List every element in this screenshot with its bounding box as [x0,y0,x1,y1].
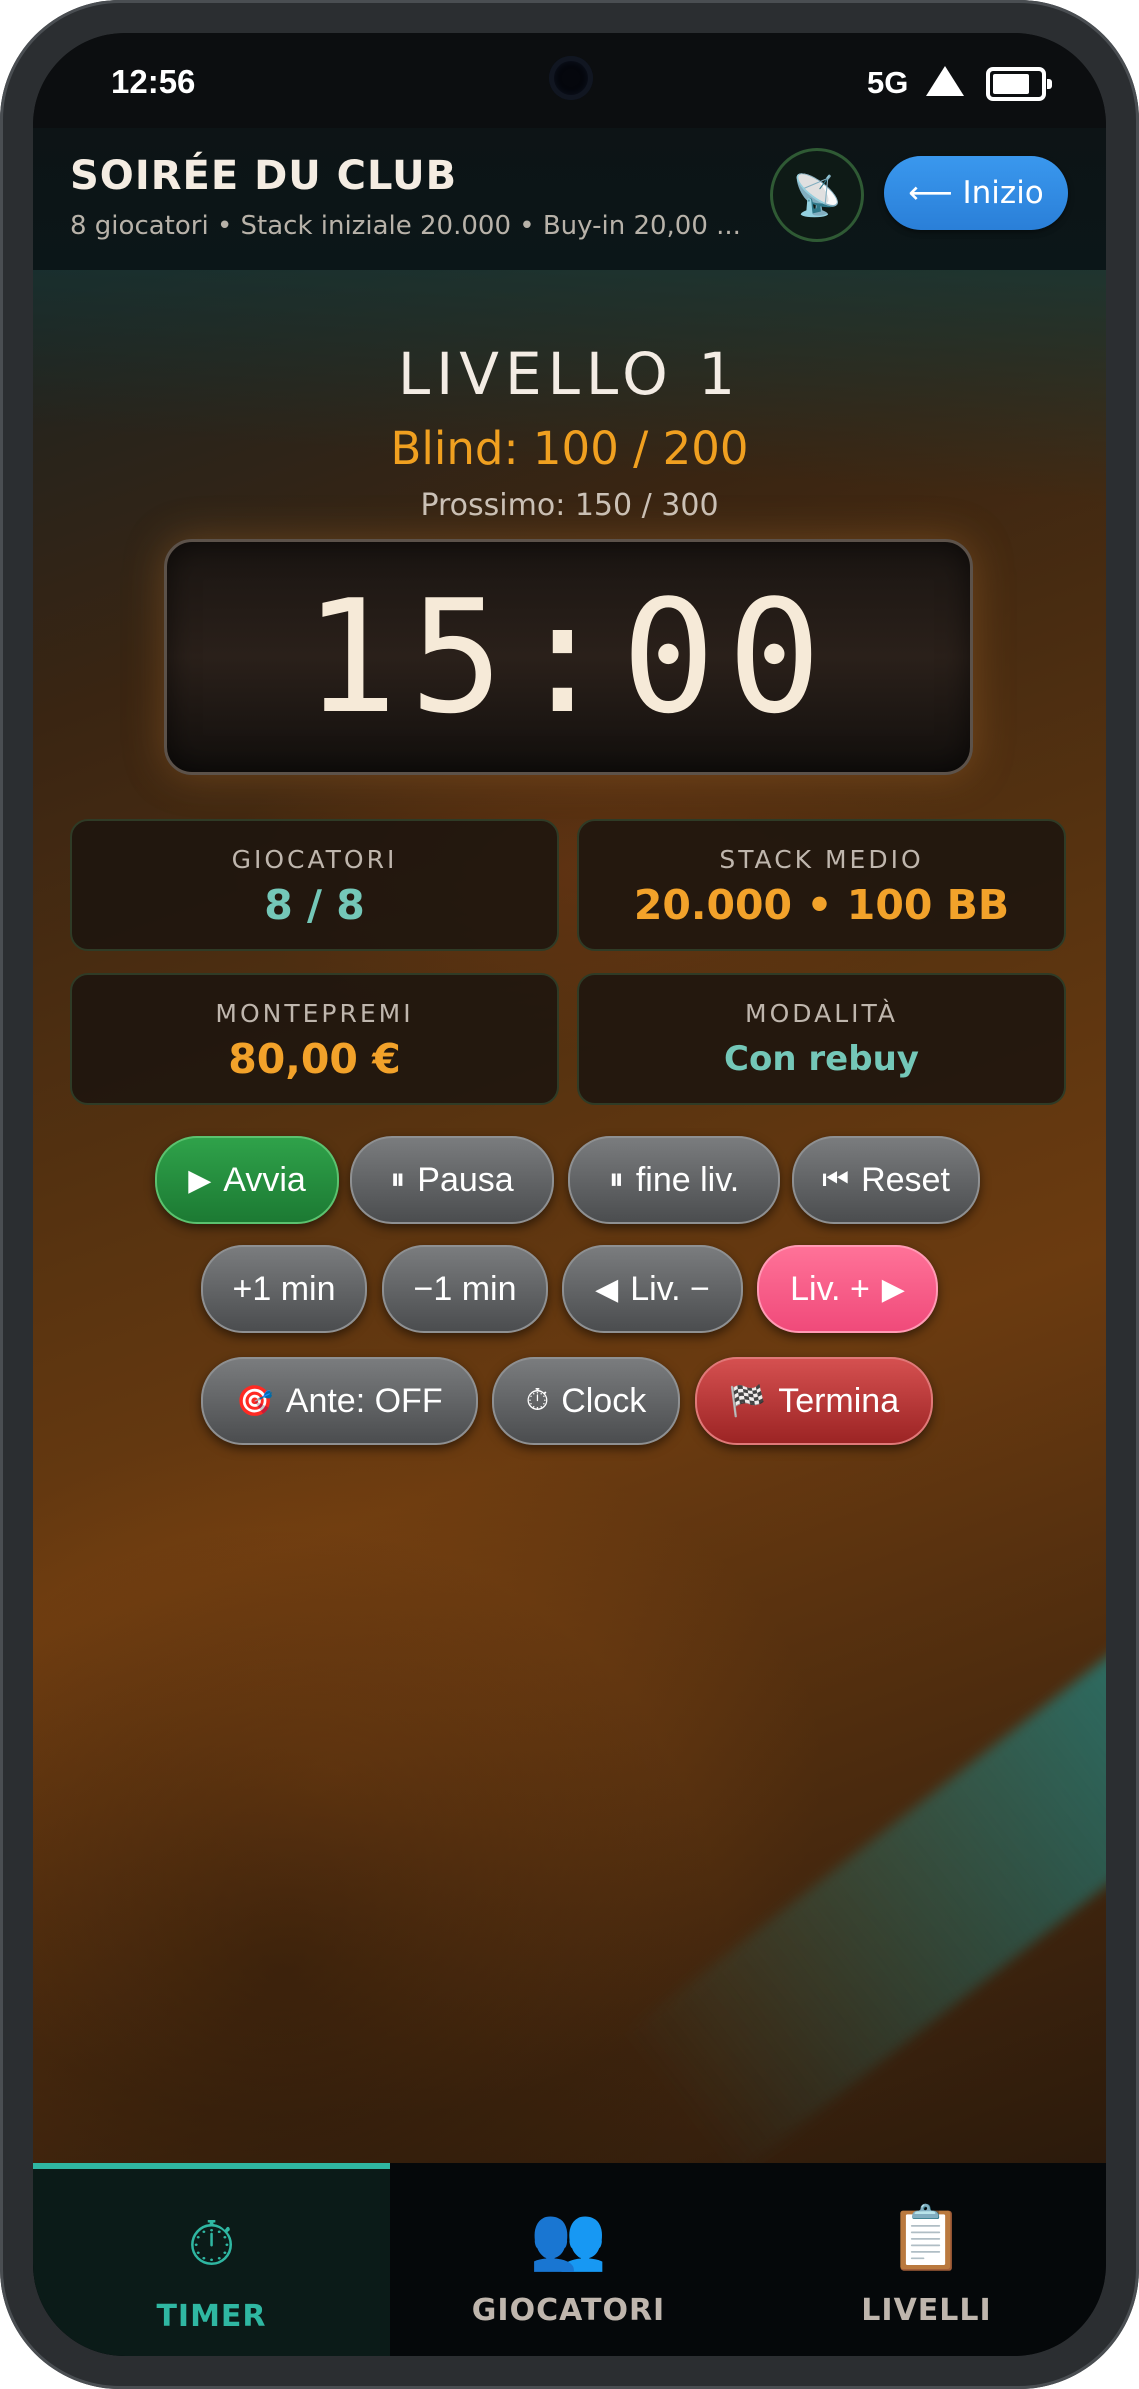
mode-value: Con rebuy [724,1039,919,1079]
prize-pool-label: MONTEPREMI [215,999,414,1028]
stopwatch-icon: ⏱ [187,2207,236,2280]
add-minute-button[interactable]: +1 min [201,1245,367,1333]
status-time: 12:56 [111,63,196,100]
ante-toggle-button[interactable]: 🎯 Ante: OFF [201,1357,478,1445]
front-camera [549,56,593,100]
arrow-left-icon: ◀ [595,1272,619,1306]
current-blinds: Blind: 100 / 200 [390,422,749,475]
timer-panel: LIVELLO 1 Blind: 100 / 200 Prossimo: 150… [33,270,1106,2163]
players-card: GIOCATORI 8 / 8 [70,819,559,951]
status-bar: 12:56 5G [33,33,1106,128]
signal-icon [926,66,964,96]
reset-button[interactable]: ⏮ Reset [792,1136,980,1224]
arrow-right-icon: ▶ [881,1272,905,1306]
add-minute-label: +1 min [232,1269,336,1308]
people-icon: 👥 [529,2201,608,2274]
mode-card: MODALITÀ Con rebuy [577,973,1066,1105]
clipboard-icon: 📋 [887,2201,966,2274]
end-tournament-button[interactable]: 🏁 Termina [695,1357,933,1445]
battery-icon [986,67,1052,101]
prize-pool-card: MONTEPREMI 80,00 € [70,973,559,1105]
countdown-clock: 15:00 [164,539,973,775]
avg-stack-card: STACK MEDIO 20.000 • 100 BB [577,819,1066,951]
satellite-antenna-icon: 📡 [792,172,842,219]
app-header: SOIRÉE DU CLUB 8 giocatori • Stack inizi… [33,128,1106,271]
pause-icon: ⏸ [608,1163,624,1196]
checkered-flag-icon: 🏁 [728,1384,767,1418]
start-button[interactable]: ▶ Avvia [155,1136,339,1224]
remove-minute-label: −1 min [413,1269,517,1308]
players-value: 8 / 8 [264,881,365,929]
level-title: LIVELLO 1 [397,340,742,408]
end-tournament-label: Termina [778,1381,900,1420]
target-icon: 🎯 [236,1384,274,1418]
clock-button[interactable]: ⏱ Clock [492,1357,680,1445]
tab-players-label: GIOCATORI [471,2293,666,2328]
event-title: SOIRÉE DU CLUB [70,153,458,199]
event-subtitle: 8 giocatori • Stack iniziale 20.000 • Bu… [70,211,741,241]
skip-back-icon: ⏮ [822,1163,850,1196]
next-level-button[interactable]: Liv. + ▶ [757,1245,938,1333]
stopwatch-icon: ⏱ [525,1384,550,1417]
tab-levels[interactable]: 📋 LIVELLI [747,2163,1106,2356]
tab-levels-label: LIVELLI [861,2293,992,2328]
pause-icon: ⏸ [390,1163,406,1196]
tab-timer[interactable]: ⏱ TIMER [33,2163,390,2356]
pause-label: Pausa [417,1160,514,1199]
play-icon: ▶ [188,1163,212,1197]
next-level-label: Liv. + [790,1269,870,1308]
previous-level-label: Liv. − [630,1269,710,1308]
ante-toggle-label: Ante: OFF [285,1381,443,1420]
reset-label: Reset [861,1160,950,1199]
bottom-nav: ⏱ TIMER 👥 GIOCATORI 📋 LIVELLI [33,2163,1106,2356]
network-label: 5G [867,65,909,100]
remove-minute-button[interactable]: −1 min [382,1245,548,1333]
start-label: Avvia [223,1160,306,1199]
screen: 12:56 5G SOIRÉE DU CLUB 8 giocatori • St… [33,33,1106,2356]
pause-end-level-button[interactable]: ⏸ fine liv. [568,1136,780,1224]
prize-pool-value: 80,00 € [228,1035,401,1083]
pause-end-level-label: fine liv. [635,1160,740,1199]
home-button[interactable]: ⟵ Inizio [884,156,1068,230]
pause-button[interactable]: ⏸ Pausa [350,1136,554,1224]
tab-players[interactable]: 👥 GIOCATORI [390,2163,747,2356]
tab-timer-label: TIMER [156,2299,267,2334]
players-label: GIOCATORI [231,845,398,874]
avg-stack-value: 20.000 • 100 BB [633,881,1010,929]
next-blinds: Prossimo: 150 / 300 [420,488,719,523]
phone-frame: 12:56 5G SOIRÉE DU CLUB 8 giocatori • St… [0,0,1139,2389]
background-shade [33,1520,733,2163]
previous-level-button[interactable]: ◀ Liv. − [562,1245,743,1333]
cast-button[interactable]: 📡 [770,148,864,242]
avg-stack-label: STACK MEDIO [719,845,924,874]
mode-label: MODALITÀ [745,999,898,1028]
clock-label: Clock [561,1381,647,1420]
